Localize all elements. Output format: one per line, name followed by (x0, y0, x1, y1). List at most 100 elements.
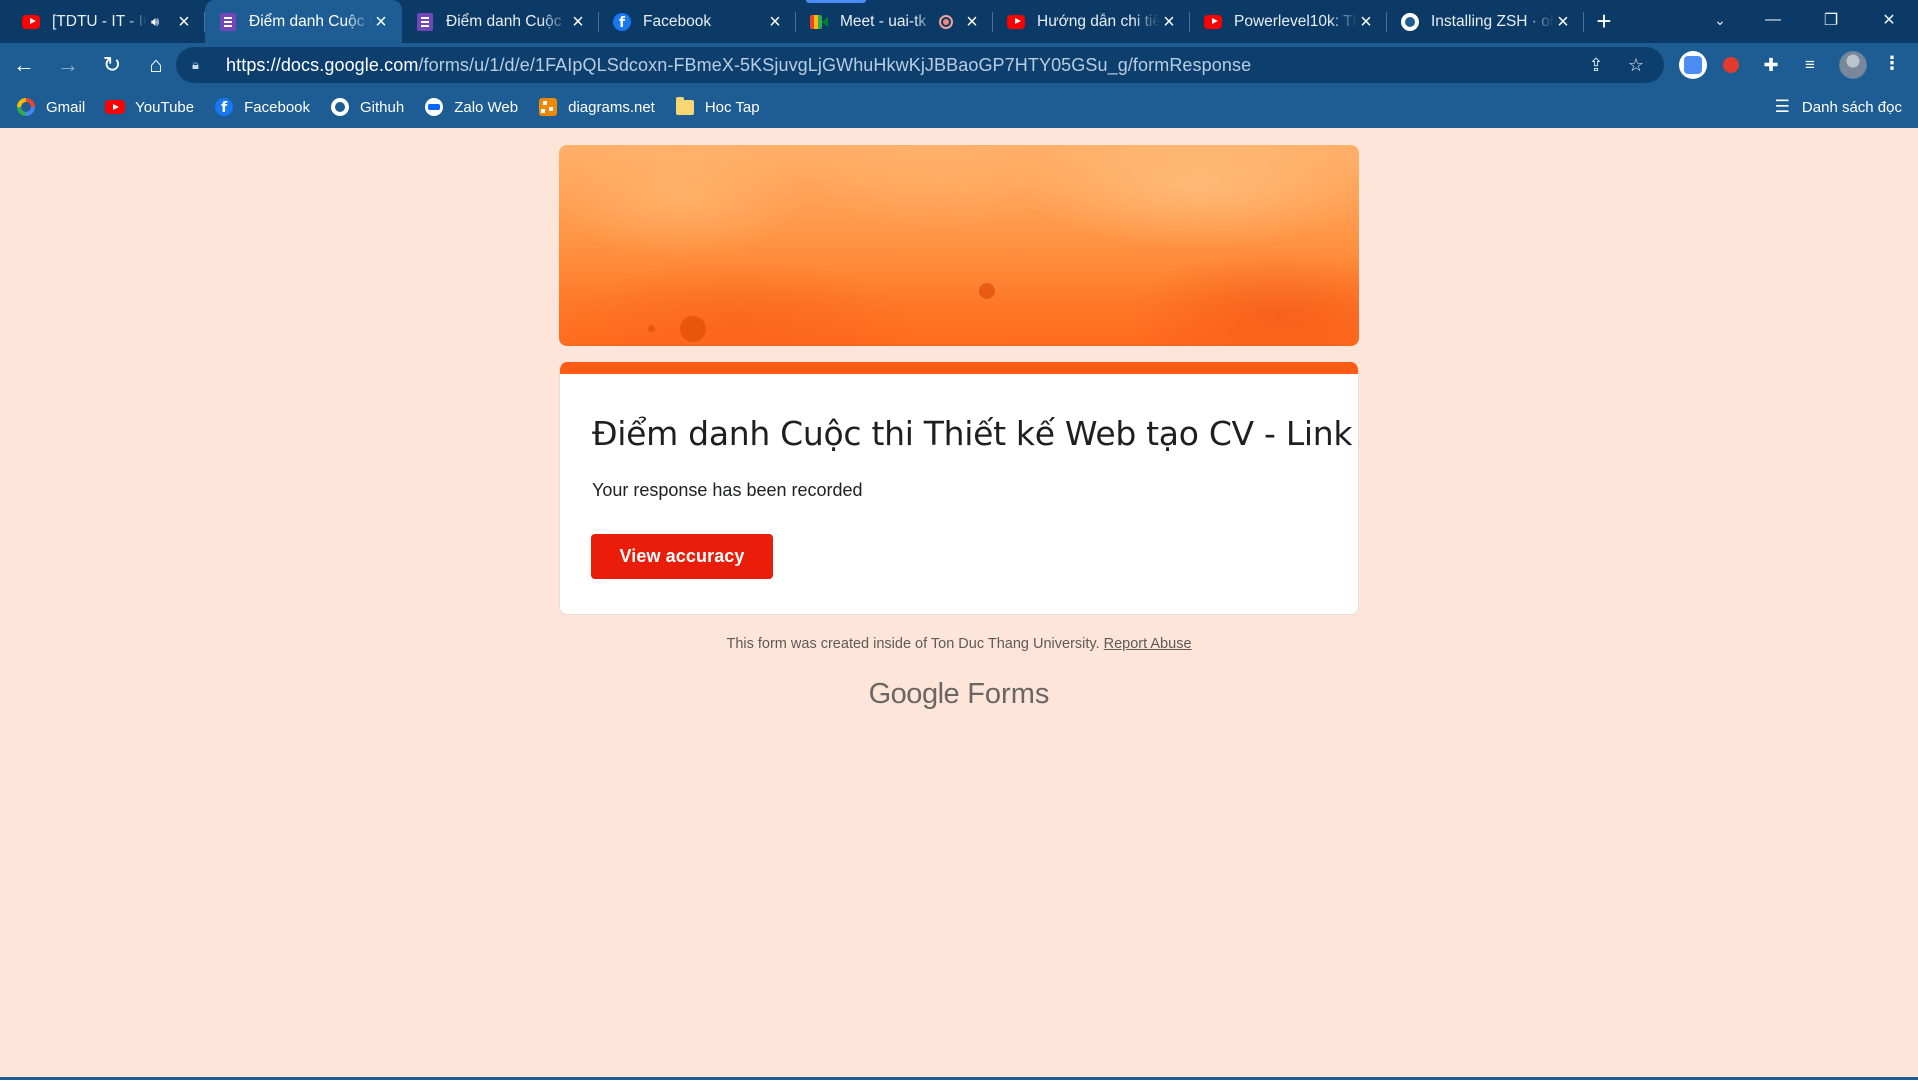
close-icon: ✕ (1882, 12, 1896, 29)
close-icon[interactable]: × (1357, 12, 1375, 32)
more-vertical-icon: ⋮ (1883, 53, 1901, 73)
tab-title: Meet - uai-tk (840, 12, 927, 30)
lock-icon[interactable]: 🔒︎ (192, 57, 208, 73)
google-meet-icon (810, 13, 828, 31)
bookmarks-bar: Gmail YouTube f Facebook Githuh Zalo Web… (0, 86, 1918, 128)
tab-tdtu-video[interactable]: [TDTU - IT - IC 🔊︎ × (8, 0, 205, 43)
close-icon[interactable]: × (569, 12, 587, 32)
reading-list-icon: ☰ (1774, 97, 1790, 116)
tab-title: Powerlevel10k: Th (1234, 12, 1357, 30)
tab-powerlevel10k[interactable]: Powerlevel10k: Th × (1190, 0, 1387, 43)
close-window-button[interactable]: ✕ (1860, 0, 1918, 40)
form-footer-note: This form was created inside of Ton Duc … (559, 636, 1359, 652)
facebook-icon: f (613, 12, 631, 31)
bookmark-youtube[interactable]: YouTube (105, 91, 203, 123)
tab-list: [TDTU - IT - IC 🔊︎ × Điểm danh Cuộc t × … (0, 0, 1624, 43)
github-icon (330, 97, 350, 117)
speaker-icon[interactable]: 🔊︎ (151, 14, 167, 30)
arrow-left-icon: ← (13, 51, 35, 77)
minimize-button[interactable]: — (1744, 0, 1802, 40)
tab-search-button[interactable]: ⌄ (1700, 0, 1740, 40)
tab-meet[interactable]: Meet - uai-tk × (796, 0, 993, 43)
chevron-down-icon: ⌄ (1714, 11, 1726, 28)
close-icon[interactable]: × (175, 12, 193, 32)
github-icon (1401, 12, 1419, 31)
reload-button[interactable]: ↻ (92, 45, 132, 85)
bookmark-folder-hoc-tap[interactable]: Hoc Tap (675, 91, 769, 123)
tab-title: Installing ZSH · oh (1431, 12, 1554, 30)
password-extension-icon[interactable] (1720, 54, 1742, 76)
facebook-icon: f (214, 97, 234, 117)
tab-facebook[interactable]: f Facebook × (599, 0, 796, 43)
tab-title: Hướng dẫn chi tiế (1037, 12, 1160, 30)
tab-diem-danh[interactable]: Điểm danh Cuộc × (402, 0, 599, 43)
youtube-icon (1007, 13, 1025, 31)
close-icon[interactable]: × (963, 12, 981, 32)
report-abuse-link[interactable]: Report Abuse (1104, 636, 1192, 652)
form-header-banner (559, 145, 1359, 346)
browser-menu-button[interactable]: ⋮ (1880, 53, 1904, 77)
tab-title: [TDTU - IT - IC (52, 12, 147, 30)
arrow-right-icon: → (57, 51, 79, 77)
restore-icon: ❐ (1823, 12, 1839, 29)
restore-button[interactable]: ❐ (1802, 0, 1860, 40)
tab-installing-zsh[interactable]: Installing ZSH · oh × (1387, 0, 1584, 43)
url-text[interactable]: https://docs.google.com/forms/u/1/d/e/1F… (226, 55, 1570, 76)
bookmark-label: Hoc Tap (704, 98, 760, 116)
confirmation-card: Điểm danh Cuộc thi Thiết kế Web tạo CV -… (559, 362, 1359, 615)
close-icon[interactable]: × (1160, 12, 1178, 32)
share-icon[interactable]: ⇪ (1582, 55, 1610, 76)
reading-list-label: Danh sách đọc (1801, 98, 1902, 116)
tab-title: Facebook (643, 12, 712, 30)
browser-toolbar: ← → ↻ ⌂ 🔒︎ https://docs.google.com/forms… (0, 43, 1918, 86)
drawio-icon (538, 97, 558, 117)
profile-avatar[interactable] (1839, 51, 1867, 79)
close-icon[interactable]: × (1554, 12, 1572, 32)
response-recorded-message: Your response has been recorded (592, 480, 863, 500)
reading-list-button[interactable]: ☰ Danh sách đọc (1775, 91, 1902, 123)
close-icon[interactable]: × (766, 12, 784, 32)
banner-paint-spot (979, 283, 995, 299)
address-bar[interactable]: 🔒︎ https://docs.google.com/forms/u/1/d/e… (176, 47, 1664, 83)
bookmark-label: Githuh (360, 98, 405, 116)
recording-icon (939, 14, 953, 29)
home-icon: ⌂ (149, 51, 163, 77)
google-forms-logo[interactable]: Google Forms (559, 678, 1359, 711)
zalo-icon (424, 97, 444, 117)
star-icon[interactable]: ☆ (1622, 55, 1650, 76)
bookmark-gmail[interactable]: Gmail (16, 91, 94, 123)
bookmark-label: YouTube (135, 98, 195, 116)
bookmark-label: diagrams.net (568, 98, 655, 116)
bookmark-github[interactable]: Githuh (330, 91, 413, 123)
media-control-icon[interactable]: ≡ (1799, 54, 1821, 76)
banner-paint-spot (648, 325, 655, 332)
url-path: /forms/u/1/d/e/1FAIpQLSdcoxn-FBmeX-5KSju… (418, 54, 1252, 75)
extensions-puzzle-icon[interactable]: ✚ (1760, 54, 1782, 76)
home-button[interactable]: ⌂ (136, 45, 176, 85)
forward-button[interactable]: → (48, 45, 88, 85)
folder-icon (675, 96, 695, 117)
logo-google-text: Google (868, 678, 960, 710)
form-title: Điểm danh Cuộc thi Thiết kế Web tạo CV -… (592, 414, 1359, 453)
new-tab-button[interactable]: + (1584, 0, 1624, 43)
back-button[interactable]: ← (4, 45, 44, 85)
logo-forms-text: Forms (967, 678, 1050, 710)
tab-diem-danh-active[interactable]: Điểm danh Cuộc t × (205, 0, 402, 43)
theme-accent-bar (560, 362, 1358, 374)
plus-icon: + (1596, 6, 1612, 36)
google-forms-icon (219, 12, 237, 31)
created-inside-text: This form was created inside of Ton Duc … (726, 636, 1100, 652)
close-icon[interactable]: × (372, 12, 390, 32)
reload-icon: ↻ (102, 51, 122, 77)
tab-title: Điểm danh Cuộc t (249, 12, 372, 30)
tab-title: Điểm danh Cuộc (446, 12, 562, 30)
bookmark-label: Gmail (46, 98, 86, 116)
view-accuracy-button[interactable]: View accuracy (591, 534, 773, 579)
bookmark-zalo[interactable]: Zalo Web (424, 91, 527, 123)
bookmark-label: Facebook (244, 98, 310, 116)
translate-extension-icon[interactable] (1679, 51, 1707, 79)
bookmark-diagrams[interactable]: diagrams.net (538, 91, 664, 123)
tab-huong-dan[interactable]: Hướng dẫn chi tiế × (993, 0, 1190, 43)
google-icon (16, 97, 36, 117)
bookmark-facebook[interactable]: f Facebook (214, 91, 319, 123)
